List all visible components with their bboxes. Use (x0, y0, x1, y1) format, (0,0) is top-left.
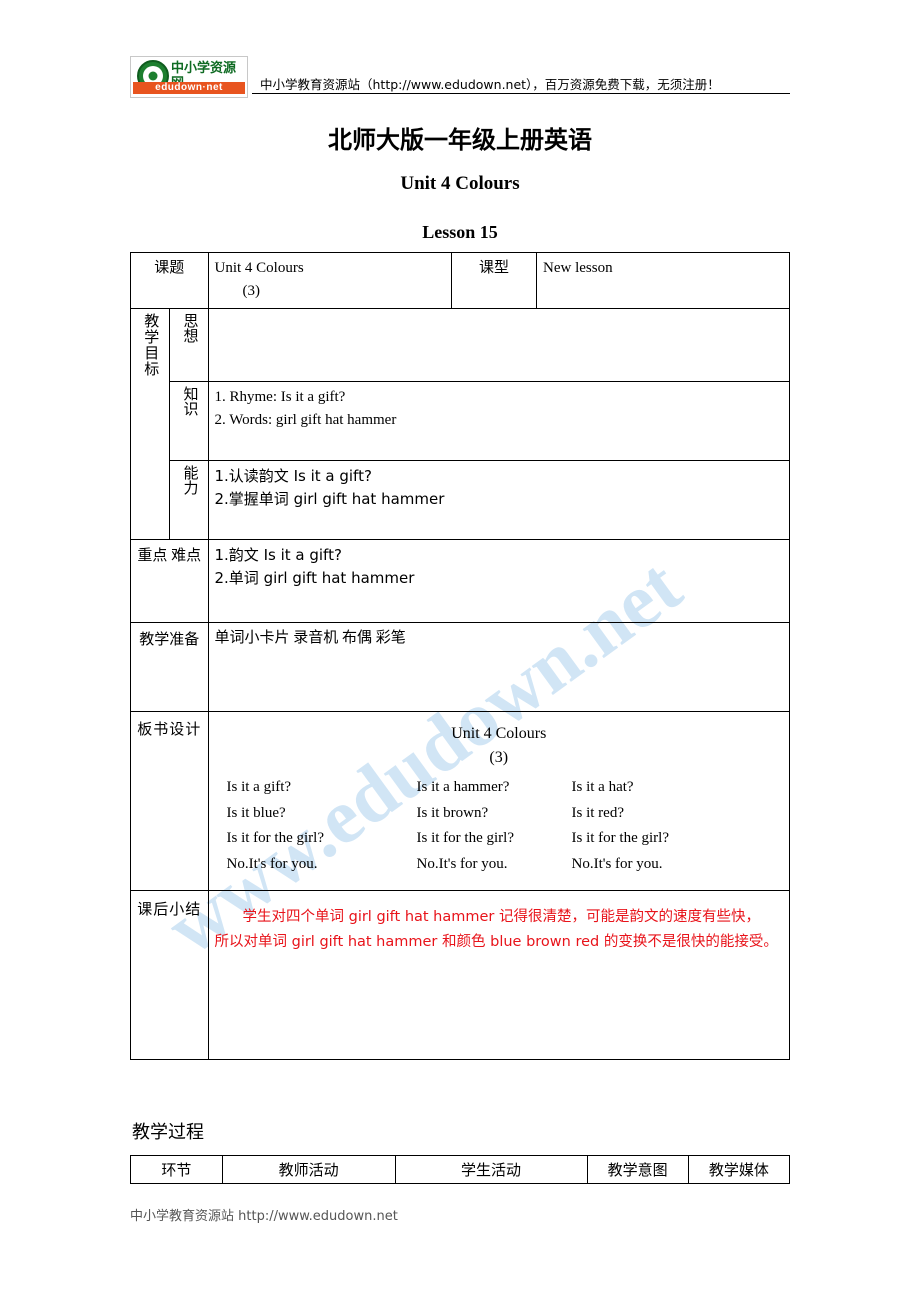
goal-ability-label: 能力 (169, 459, 209, 540)
goal-knowledge-label: 知识 (169, 380, 209, 461)
goal-knowledge-value: 1. Rhyme: Is it a gift? 2. Words: girl g… (207, 380, 790, 461)
logo-domain-bar: edudown·net (133, 82, 245, 94)
topic-value-line2: (3) (242, 283, 261, 300)
board-cell: Is it a hammer? (416, 779, 510, 796)
goal-think-label-text: 思想 (181, 312, 198, 343)
type-value: New lesson (536, 252, 790, 309)
goal-knowledge-line2: 2. Words: girl gift hat hammer (214, 411, 397, 428)
goal-ability-line1: 1.认读韵文 Is it a gift? (214, 466, 372, 485)
goal-knowledge-line1: 1. Rhyme: Is it a gift? (214, 388, 346, 405)
summary-value: 学生对四个单词 girl gift hat hammer 记得很清楚，可能是韵文… (207, 889, 790, 1060)
goals-label-text: 教学目标 (142, 312, 159, 377)
header-site-line: 中小学教育资源站（http://www.edudown.net），百万资源免费下… (260, 77, 720, 92)
board-design-label: 板书设计 (130, 710, 209, 891)
table-row: 课后小结 学生对四个单词 girl gift hat hammer 记得很清楚，… (130, 889, 790, 1060)
table-row: 板书设计 Unit 4 Colours (3) Is it a gift? Is… (130, 710, 790, 891)
summary-line1: 学生对四个单词 girl gift hat hammer 记得很清楚，可能是韵文… (242, 908, 761, 925)
board-rhyme-grid: Is it a gift? Is it a hammer? Is it a ha… (215, 775, 784, 877)
process-header-cell: 教师活动 (221, 1155, 396, 1184)
lesson-title: Lesson 15 (422, 222, 498, 242)
summary-label: 课后小结 (130, 889, 209, 1060)
table-row: 教学目标 思想 (130, 307, 790, 540)
page-header: 中小学资源网 edudown·net 中小学教育资源站（http://www.e… (130, 56, 790, 106)
board-design-value: Unit 4 Colours (3) Is it a gift? Is it a… (207, 710, 790, 891)
goals-label: 教学目标 (130, 307, 170, 540)
unit-title: Unit 4 Colours (400, 173, 520, 194)
goal-ability-line2: 2.掌握单词 girl gift hat hammer (214, 489, 445, 508)
page-footer: 中小学教育资源站 http://www.edudown.net (130, 1209, 398, 1224)
key-points-line1: 1.韵文 Is it a gift? (214, 545, 342, 564)
type-label: 课型 (451, 252, 537, 309)
topic-value: Unit 4 Colours (3) (207, 252, 452, 309)
board-cell: No.It's for you. (226, 855, 318, 872)
process-header-cell: 环节 (130, 1155, 223, 1184)
topic-value-line1: Unit 4 Colours (214, 260, 304, 276)
prep-value: 单词小卡片 录音机 布偶 彩笔 (207, 621, 790, 712)
table-row: 课题 Unit 4 Colours (3) 课型 New lesson (130, 252, 790, 309)
process-header-cell: 学生活动 (394, 1155, 588, 1184)
goal-ability-label-text: 能力 (181, 464, 198, 495)
table-row: 教学准备 单词小卡片 录音机 布偶 彩笔 (130, 621, 790, 712)
table-row: 知识 1. Rhyme: Is it a gift? 2. Words: gir… (131, 380, 790, 461)
board-cell: Is it for the girl? (571, 830, 669, 847)
process-title: 教学过程 (132, 1122, 204, 1143)
key-points-label: 重点 难点 (130, 538, 209, 623)
table-row: 重点 难点 1.韵文 Is it a gift? 2.单词 girl gift … (130, 538, 790, 623)
goal-think-value (207, 307, 790, 382)
board-cell: Is it brown? (416, 804, 489, 821)
board-cell: Is it red? (571, 804, 624, 821)
header-rule (252, 93, 790, 94)
table-row: 环节 教师活动 学生活动 教学意图 教学媒体 (130, 1155, 791, 1184)
prep-label: 教学准备 (130, 621, 209, 712)
key-points-value: 1.韵文 Is it a gift? 2.单词 girl gift hat ha… (207, 538, 790, 623)
goal-knowledge-label-text: 知识 (181, 385, 198, 416)
key-points-line2: 2.单词 girl gift hat hammer (214, 568, 415, 587)
board-cell: Is it for the girl? (226, 830, 324, 847)
goal-ability-value: 1.认读韵文 Is it a gift? 2.掌握单词 girl gift ha… (207, 459, 790, 540)
page-title: 北师大版一年级上册英语 (328, 126, 592, 154)
process-table: 环节 教师活动 学生活动 教学意图 教学媒体 (130, 1155, 791, 1184)
summary-label-text: 课后小结 (137, 901, 202, 918)
prep-label-text: 教学准备 (139, 631, 200, 648)
summary-line2: 所以对单词 girl gift hat hammer 和颜色 blue brow… (214, 933, 778, 950)
board-cell: Is it a gift? (226, 779, 292, 796)
board-design-label-text: 板书设计 (137, 721, 202, 738)
topic-label: 课题 (130, 252, 209, 309)
board-subtitle: (3) (489, 749, 509, 767)
board-cell: No.It's for you. (571, 855, 663, 872)
process-header-cell: 教学意图 (586, 1155, 689, 1184)
logo-globe-dot (148, 71, 158, 81)
board-cell: Is it a hat? (571, 779, 634, 796)
table-row: 能力 1.认读韵文 Is it a gift? 2.掌握单词 girl gift… (131, 459, 790, 540)
lesson-plan-table: 课题 Unit 4 Colours (3) 课型 New lesson 教学目标… (130, 252, 790, 1060)
key-points-label-text: 重点 难点 (137, 547, 202, 564)
site-logo: 中小学资源网 edudown·net (130, 56, 248, 98)
process-header-cell: 教学媒体 (687, 1155, 791, 1184)
board-cell: Is it for the girl? (416, 830, 514, 847)
board-cell: Is it blue? (226, 804, 286, 821)
goal-think-label: 思想 (169, 307, 209, 382)
board-cell: No.It's for you. (416, 855, 508, 872)
board-title: Unit 4 Colours (451, 724, 547, 742)
